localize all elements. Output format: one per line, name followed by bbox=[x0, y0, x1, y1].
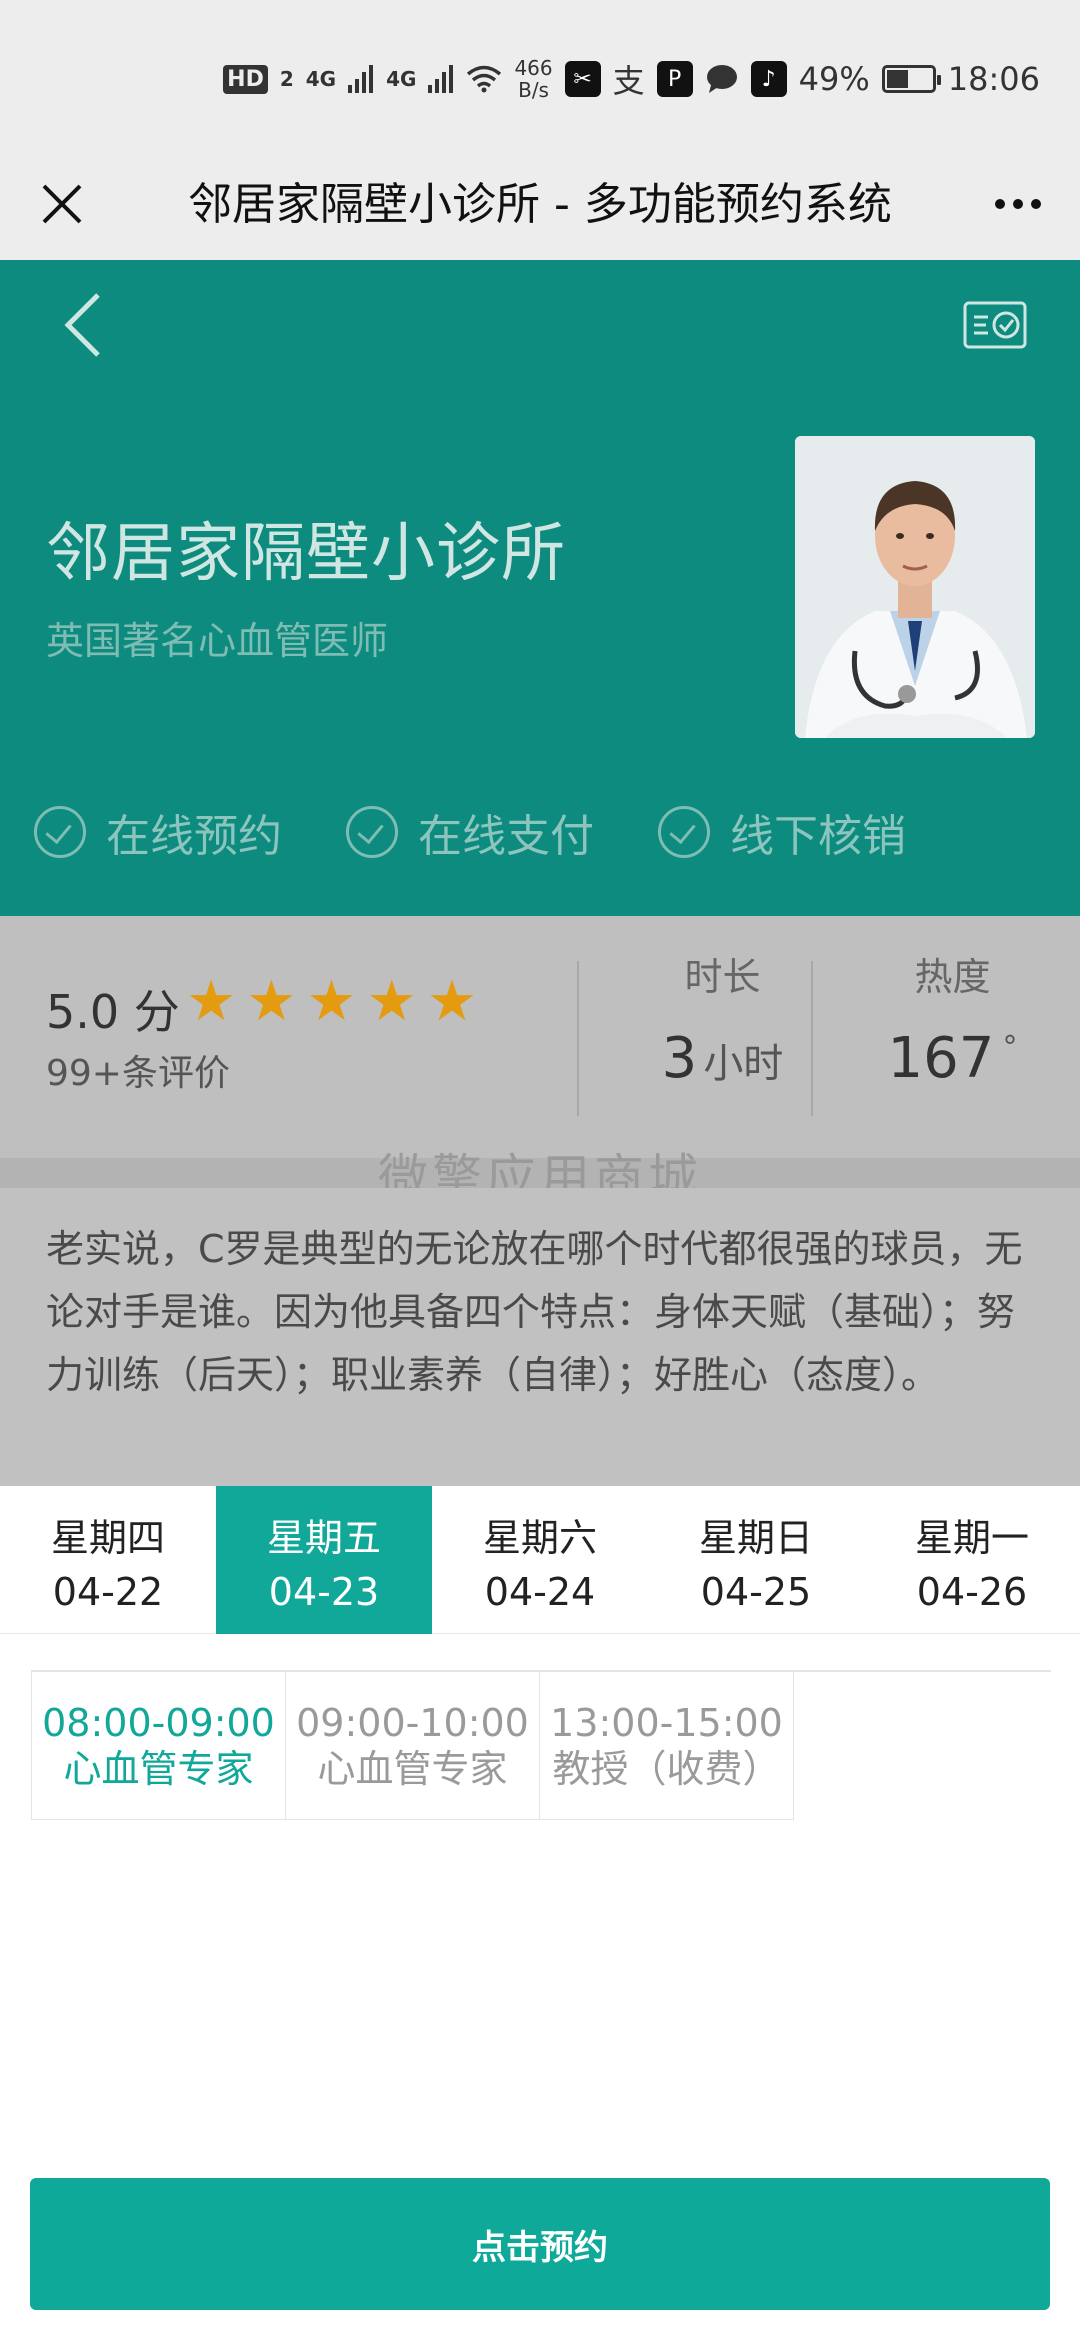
date-tabs: 星期四 04-22 星期五 04-23 星期六 04-24 星期日 04-25 … bbox=[0, 1486, 1080, 1634]
slot-time: 09:00-10:00 bbox=[296, 1700, 529, 1745]
slot-time: 08:00-09:00 bbox=[42, 1700, 275, 1745]
close-icon bbox=[42, 184, 82, 224]
review-count-link[interactable]: 99+条评价 bbox=[46, 1044, 230, 1096]
back-button[interactable] bbox=[50, 285, 120, 365]
signal-4g-icon-2: 4G bbox=[386, 67, 417, 91]
speed-unit: B/s bbox=[518, 78, 549, 102]
clinic-description: 老实说，C罗是典型的无论放在哪个时代都很强的球员，无论对手是谁。因为他具备四个特… bbox=[0, 1188, 1080, 1486]
feature-label: 在线支付 bbox=[418, 811, 594, 862]
feature-list: 在线预约 在线支付 线下核销 bbox=[34, 800, 906, 864]
more-icon bbox=[995, 199, 1005, 209]
time-slot[interactable]: 13:00-15:00 教授（收费） bbox=[539, 1672, 794, 1820]
date-tab-day: 星期四 bbox=[50, 1515, 165, 1560]
time-slot[interactable]: 09:00-10:00 心血管专家 bbox=[285, 1672, 540, 1820]
status-bar: HD 2 4G 4G 466 B/s ✂ 支 P ♪ 49% 18:06 bbox=[0, 0, 1080, 150]
heat-value: 167 ° bbox=[835, 1026, 1070, 1091]
slot-label: 心血管专家 bbox=[317, 1746, 508, 1791]
check-circle-icon bbox=[658, 806, 710, 858]
heat-unit: ° bbox=[1002, 1030, 1018, 1066]
page-title: 邻居家隔壁小诊所 - 多功能预约系统 bbox=[188, 179, 892, 230]
clinic-name: 邻居家隔壁小诊所 bbox=[46, 517, 566, 591]
more-button[interactable] bbox=[986, 172, 1050, 236]
duration-number: 3 bbox=[661, 1026, 698, 1091]
check-circle-icon bbox=[346, 806, 398, 858]
title-bar: 邻居家隔壁小诊所 - 多功能预约系统 bbox=[0, 150, 1080, 260]
date-tab-monday[interactable]: 星期一 04-26 bbox=[864, 1486, 1080, 1634]
feature-online-payment: 在线支付 bbox=[346, 800, 594, 864]
battery-icon bbox=[881, 65, 941, 93]
close-button[interactable] bbox=[30, 172, 94, 236]
star-icon: ★ bbox=[186, 969, 237, 1034]
sim-number: 2 bbox=[279, 67, 294, 91]
time-slot-grid: 08:00-09:00 心血管专家 09:00-10:00 心血管专家 13:0… bbox=[31, 1670, 1051, 1820]
slot-label: 心血管专家 bbox=[63, 1746, 254, 1791]
time-slot[interactable]: 08:00-09:00 心血管专家 bbox=[31, 1672, 286, 1820]
heat-label: 热度 bbox=[914, 955, 991, 999]
date-tab-date: 04-22 bbox=[52, 1569, 164, 1614]
clinic-header: 邻居家隔壁小诊所 英国著名心血管医师 在线预约 在线支付 线下核销 bbox=[0, 260, 1080, 916]
status-icons: HD 2 4G 4G 466 B/s ✂ 支 P ♪ 49% 18:06 bbox=[223, 52, 1040, 106]
divider bbox=[577, 961, 579, 1116]
date-tab-friday[interactable]: 星期五 04-23 bbox=[216, 1486, 432, 1634]
divider bbox=[811, 961, 813, 1116]
rating-score: 5.0 分 bbox=[46, 985, 180, 1039]
stats-section: 5.0 分 ★ ★ ★ ★ ★ 99+条评价 时长 3 小时 热度 167 ° bbox=[0, 916, 1080, 1162]
signal-bars-icon bbox=[348, 65, 374, 93]
date-tab-day: 星期五 bbox=[266, 1515, 381, 1560]
signal-bars-icon-2 bbox=[428, 65, 454, 93]
hd-badge: HD bbox=[223, 64, 268, 94]
my-bookings-button[interactable] bbox=[962, 300, 1028, 350]
wifi-icon bbox=[467, 65, 502, 93]
duration-unit: 小时 bbox=[703, 1041, 784, 1087]
rating-stars: ★ ★ ★ ★ ★ bbox=[186, 974, 477, 1030]
back-icon bbox=[64, 293, 100, 357]
speed-value: 466 bbox=[514, 56, 553, 80]
feature-label: 线下核销 bbox=[730, 811, 906, 862]
feature-label: 在线预约 bbox=[106, 811, 282, 862]
date-tab-saturday[interactable]: 星期六 04-24 bbox=[432, 1486, 648, 1634]
star-icon: ★ bbox=[306, 969, 357, 1034]
slot-label: 教授（收费） bbox=[552, 1746, 781, 1791]
capcut-app-icon: ✂ bbox=[564, 61, 601, 97]
feature-offline-verify: 线下核销 bbox=[658, 800, 906, 864]
star-icon: ★ bbox=[366, 969, 417, 1034]
duration-label: 时长 bbox=[684, 955, 761, 999]
date-tab-day: 星期日 bbox=[698, 1515, 813, 1560]
alipay-app-icon: 支 bbox=[612, 62, 645, 100]
date-tab-date: 04-25 bbox=[700, 1569, 812, 1614]
date-tab-day: 星期六 bbox=[482, 1515, 597, 1560]
date-tab-sunday[interactable]: 星期日 04-25 bbox=[648, 1486, 864, 1634]
date-tab-date: 04-26 bbox=[916, 1569, 1028, 1614]
p-app-icon: P bbox=[656, 61, 693, 97]
feature-online-booking: 在线预约 bbox=[34, 800, 282, 864]
doctor-photo bbox=[795, 436, 1035, 738]
ticket-check-icon bbox=[963, 301, 1027, 349]
book-button[interactable]: 点击预约 bbox=[30, 2178, 1050, 2310]
tiktok-app-icon: ♪ bbox=[750, 61, 787, 97]
slot-time: 13:00-15:00 bbox=[550, 1700, 783, 1745]
clock-time: 18:06 bbox=[947, 60, 1040, 98]
star-icon: ★ bbox=[246, 969, 297, 1034]
duration-value: 3 小时 bbox=[600, 1026, 845, 1091]
date-tab-thursday[interactable]: 星期四 04-22 bbox=[0, 1486, 216, 1634]
heat-number: 167 bbox=[887, 1026, 995, 1091]
network-speed: 466 B/s bbox=[514, 57, 552, 101]
date-tab-day: 星期一 bbox=[914, 1515, 1029, 1560]
date-tab-date: 04-24 bbox=[484, 1569, 596, 1614]
battery-percent: 49% bbox=[798, 60, 870, 98]
star-icon: ★ bbox=[426, 969, 478, 1034]
date-tab-date: 04-23 bbox=[268, 1569, 380, 1614]
signal-4g-icon: 4G bbox=[305, 67, 337, 91]
check-circle-icon bbox=[34, 806, 86, 858]
message-icon bbox=[706, 65, 737, 93]
clinic-subtitle: 英国著名心血管医师 bbox=[46, 619, 389, 663]
